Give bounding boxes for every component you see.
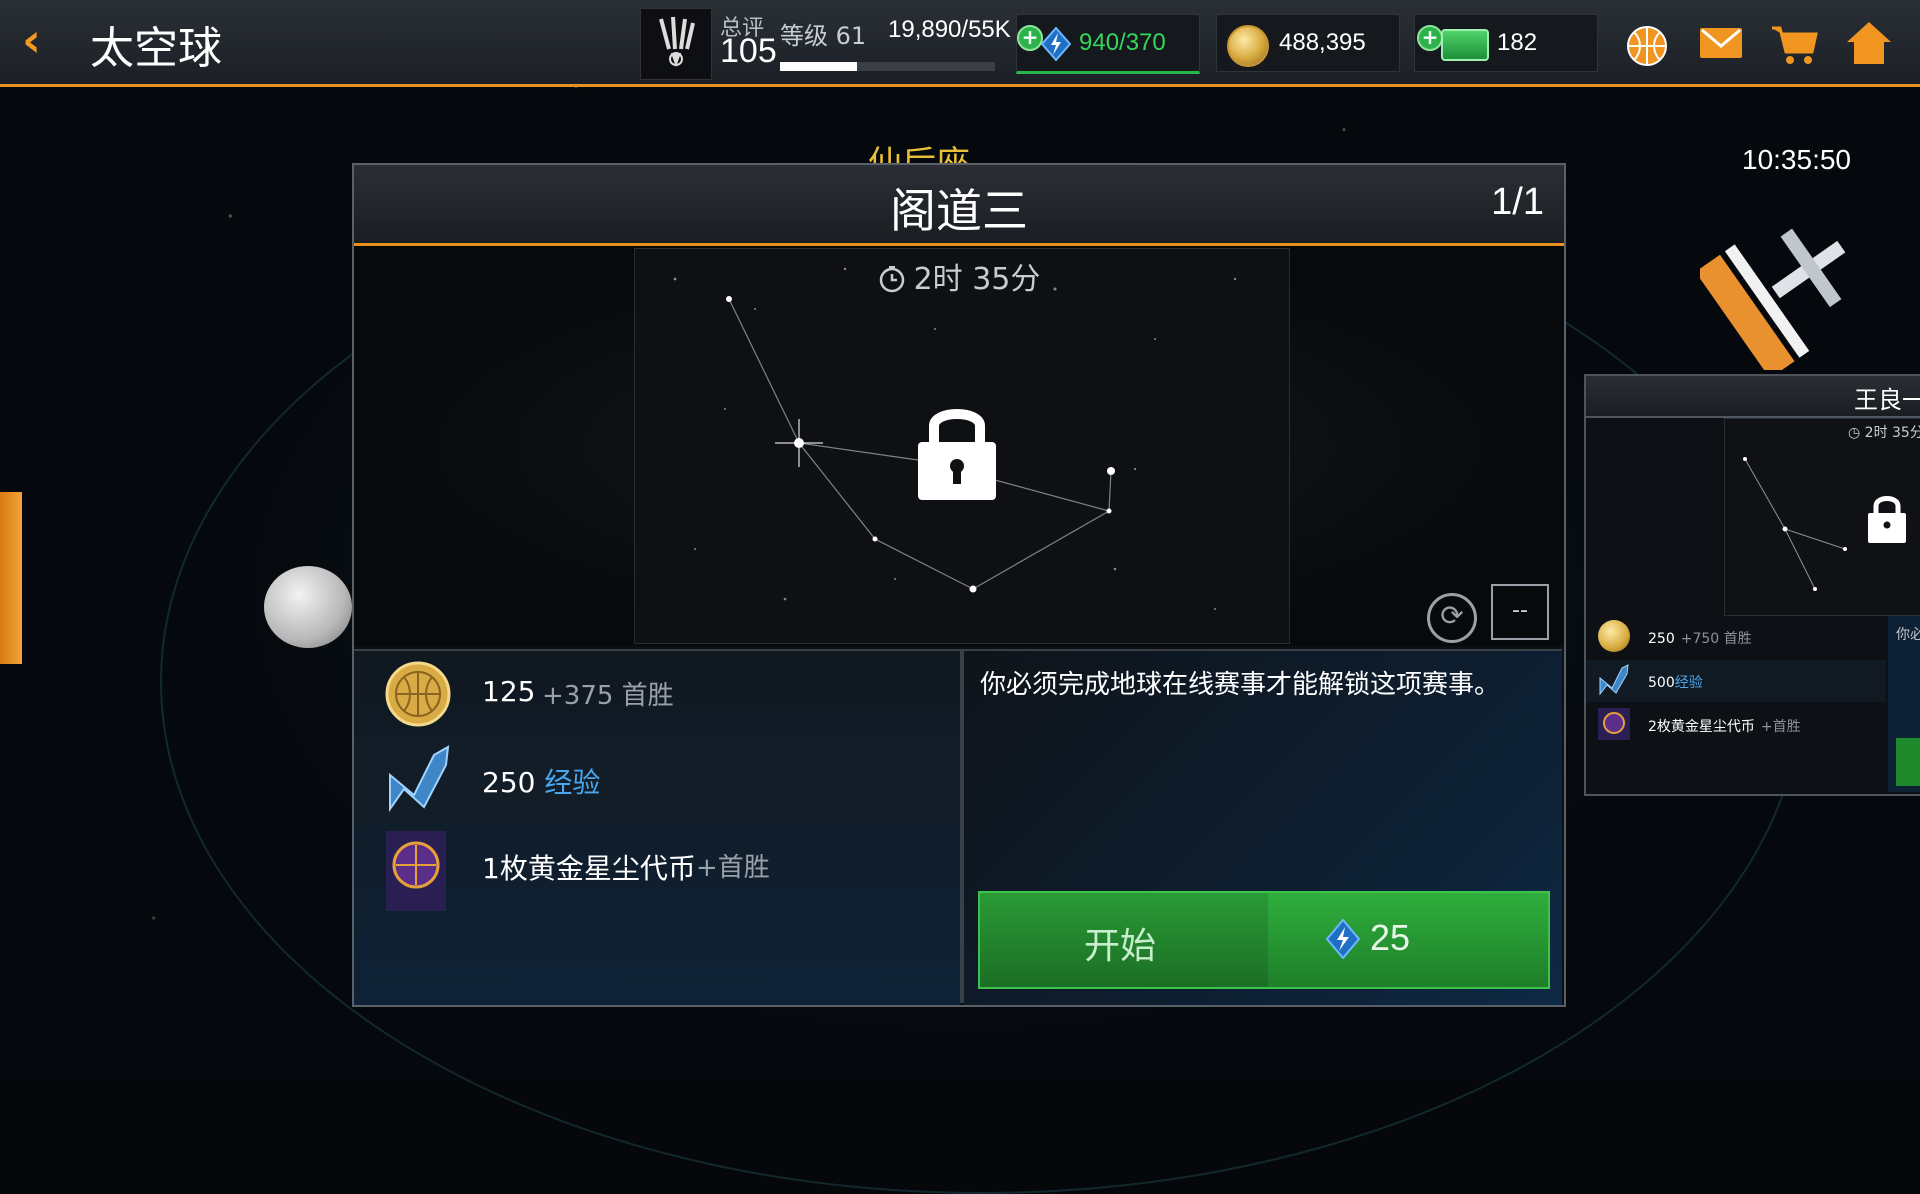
event-stage: 2时 35分 ⟳ -- xyxy=(354,246,1564,646)
event-timer: 2时 35分 xyxy=(354,254,1564,298)
next-event-timer: ◷ 2时 35分 xyxy=(1848,422,1920,442)
start-button[interactable]: 开始 25 xyxy=(978,891,1550,989)
energy-value: 940/370 xyxy=(1079,29,1166,56)
next-xp-amount: 500 xyxy=(1648,675,1675,691)
event-panel: 阁道三 1/1 2时 35分 ⟳ -- 125 +375 首胜 250 经验 1… xyxy=(352,163,1566,1007)
coin-icon xyxy=(1598,620,1630,652)
next-reward-item: 2枚黄金星尘代币 xyxy=(1648,719,1755,735)
space-station-image xyxy=(1700,228,1846,370)
xp-arrow-icon xyxy=(384,745,452,815)
reward-bonus: +首胜 xyxy=(696,853,770,883)
rewards-list: 125 +375 首胜 250 经验 1枚黄金星尘代币 +首胜 xyxy=(354,649,960,1005)
clock-icon: ◷ xyxy=(1848,425,1865,441)
clock-icon xyxy=(879,266,904,293)
energy-cost: 25 xyxy=(1370,917,1411,958)
reward-item: 1枚黄金星尘代币 xyxy=(482,852,696,885)
coins-box[interactable]: 488,395 xyxy=(1216,14,1400,72)
next-xp-label: 经验 xyxy=(1674,675,1703,691)
energy-box[interactable]: + 940/370 xyxy=(1016,14,1200,74)
coin-icon xyxy=(384,659,452,729)
next-reward-bonus: +750 首胜 xyxy=(1680,631,1752,647)
start-label: 开始 xyxy=(1084,926,1157,967)
xp-progress-fill xyxy=(780,62,858,71)
xp-progress-bar xyxy=(780,62,995,71)
coins-value: 488,395 xyxy=(1279,29,1366,56)
cash-value: 182 xyxy=(1497,29,1538,56)
level-label: 等级 61 xyxy=(780,22,867,50)
reward-row: 1枚黄金星尘代币 +首胜 xyxy=(354,823,960,911)
next-event-info-text: 你必 xyxy=(1896,627,1920,643)
mail-icon[interactable] xyxy=(1696,18,1746,68)
lock-icon xyxy=(1868,496,1906,543)
clock: 10:35:50 xyxy=(1742,144,1851,175)
next-reward-amount: 250 xyxy=(1648,631,1675,647)
refresh-button[interactable]: ⟳ xyxy=(1427,593,1477,643)
next-reward-row: 500经验 xyxy=(1586,660,1886,702)
top-bar: ‹ 太空球 总评 105 等级 61 19,890/55K + 940/370 … xyxy=(0,0,1920,87)
cart-icon[interactable] xyxy=(1770,18,1820,68)
panel-header: 阁道三 1/1 xyxy=(354,165,1564,246)
basketball-icon[interactable] xyxy=(1622,18,1672,68)
event-title: 阁道三 xyxy=(890,184,1028,238)
xp-amount: 250 xyxy=(482,766,536,799)
coin-icon xyxy=(1227,25,1269,67)
add-cash-icon[interactable]: + xyxy=(1417,25,1443,51)
next-reward-row: 2枚黄金星尘代币 +首胜 xyxy=(1586,704,1886,746)
constellation-name[interactable]: 仙后座 xyxy=(868,136,970,166)
event-info: 你必须完成地球在线赛事才能解锁这项赛事。 开始 25 xyxy=(964,649,1562,1005)
xp-arrow-icon xyxy=(1598,664,1630,696)
option-button[interactable]: -- xyxy=(1491,584,1549,640)
xp-label: 经验 xyxy=(544,766,601,799)
back-button[interactable]: ‹ xyxy=(22,17,62,66)
gold-stardust-token-icon xyxy=(384,831,452,911)
next-reward-row: 250 +750 首胜 xyxy=(1586,616,1886,658)
cash-box[interactable]: + 182 xyxy=(1414,14,1598,72)
team-logo-icon[interactable] xyxy=(640,8,712,80)
next-reward-bonus: +首胜 xyxy=(1760,719,1801,735)
energy-bolt-icon xyxy=(1041,27,1071,61)
side-drawer-tab[interactable] xyxy=(0,492,22,664)
next-event-timer-text: 2时 35分 xyxy=(1864,425,1920,441)
reward-row: 125 +375 首胜 xyxy=(354,651,960,737)
reward-amount: 125 xyxy=(482,675,536,708)
add-energy-icon[interactable]: + xyxy=(1017,25,1043,51)
next-event-title: 王良一 xyxy=(1854,386,1920,414)
next-start-button[interactable] xyxy=(1896,738,1920,786)
unlock-requirement-text: 你必须完成地球在线赛事才能解锁这项赛事。 xyxy=(980,670,1501,700)
ovr-value: 105 xyxy=(720,32,777,70)
home-icon[interactable] xyxy=(1844,18,1894,68)
reward-row: 250 经验 xyxy=(354,737,960,823)
asteroid-image xyxy=(264,566,352,648)
reward-amount: 250 经验 xyxy=(482,761,600,801)
nba-cash-icon xyxy=(1441,29,1489,61)
next-event-header: 王良一 xyxy=(1586,376,1920,418)
gold-stardust-token-icon xyxy=(1598,708,1630,740)
page-title: 太空球 xyxy=(90,23,222,74)
xp-text: 19,890/55K xyxy=(888,16,1011,43)
lock-icon xyxy=(918,409,996,500)
energy-bolt-icon xyxy=(1326,919,1360,959)
page-indicator: 1/1 xyxy=(1491,181,1544,223)
event-timer-text: 2时 35分 xyxy=(913,262,1041,297)
reward-bonus: +375 首胜 xyxy=(542,681,674,711)
next-event-panel[interactable]: 王良一 ◷ 2时 35分 250 +750 首胜 500经验 2枚黄金星尘代币 +首… xyxy=(1584,374,1920,796)
